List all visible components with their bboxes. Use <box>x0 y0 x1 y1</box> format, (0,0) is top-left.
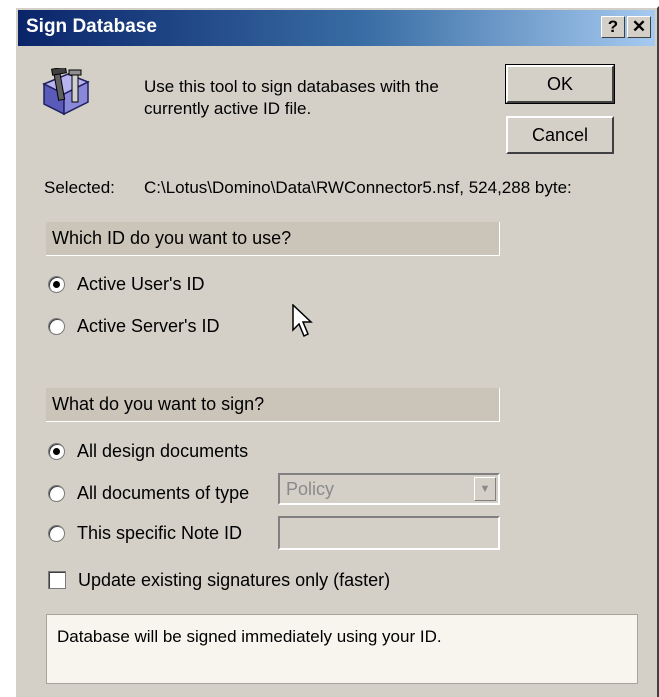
radio-label: This specific Note ID <box>77 522 243 543</box>
radio-label: Active Server's ID <box>77 315 220 336</box>
radio-label: Active User's ID <box>77 273 205 294</box>
selected-label: Selected: <box>44 178 115 197</box>
mouse-pointer-icon <box>292 304 313 338</box>
update-signatures-checkbox[interactable] <box>48 571 66 589</box>
checkbox-label: Update existing signatures only (faster) <box>78 569 391 590</box>
note-id-field[interactable] <box>278 516 500 550</box>
sign-tool-icon <box>42 68 90 116</box>
sign-database-dialog: Sign Database ? ✕ Use this tool to sign … <box>14 6 659 697</box>
radio-all-documents-of-type[interactable]: All documents of type <box>48 481 249 505</box>
title-bar[interactable]: Sign Database ? ✕ <box>18 10 655 46</box>
window-title: Sign Database <box>26 16 157 37</box>
help-button[interactable]: ? <box>601 16 625 38</box>
chevron-down-icon[interactable]: ▼ <box>474 477 496 501</box>
selected-path: C:\Lotus\Domino\Data\RWConnector5.nsf, 5… <box>144 178 572 197</box>
description-text: Use this tool to sign databases with the… <box>144 77 439 118</box>
id-section-heading: Which ID do you want to use? <box>46 222 500 256</box>
radio-all-design-documents[interactable]: All design documents <box>48 439 248 463</box>
sign-section-heading: What do you want to sign? <box>46 388 500 422</box>
radio-active-servers-id[interactable]: Active Server's ID <box>48 314 219 338</box>
ok-button[interactable]: OK <box>505 64 615 104</box>
document-type-select[interactable]: Policy ▼ <box>278 473 500 505</box>
radio-button[interactable] <box>48 275 65 293</box>
radio-button[interactable] <box>48 442 65 460</box>
radio-button[interactable] <box>48 317 65 335</box>
radio-specific-note-id[interactable]: This specific Note ID <box>48 521 242 545</box>
radio-button[interactable] <box>48 484 65 502</box>
radio-button[interactable] <box>48 524 65 542</box>
radio-active-users-id[interactable]: Active User's ID <box>48 272 204 296</box>
radio-label: All design documents <box>77 440 249 461</box>
info-message: Database will be signed immediately usin… <box>46 614 638 684</box>
document-type-value: Policy <box>286 479 335 499</box>
cancel-button[interactable]: Cancel <box>506 116 614 154</box>
update-signatures-checkbox-row[interactable]: Update existing signatures only (faster) <box>48 568 390 592</box>
close-button[interactable]: ✕ <box>627 16 651 38</box>
radio-label: All documents of type <box>77 482 250 503</box>
